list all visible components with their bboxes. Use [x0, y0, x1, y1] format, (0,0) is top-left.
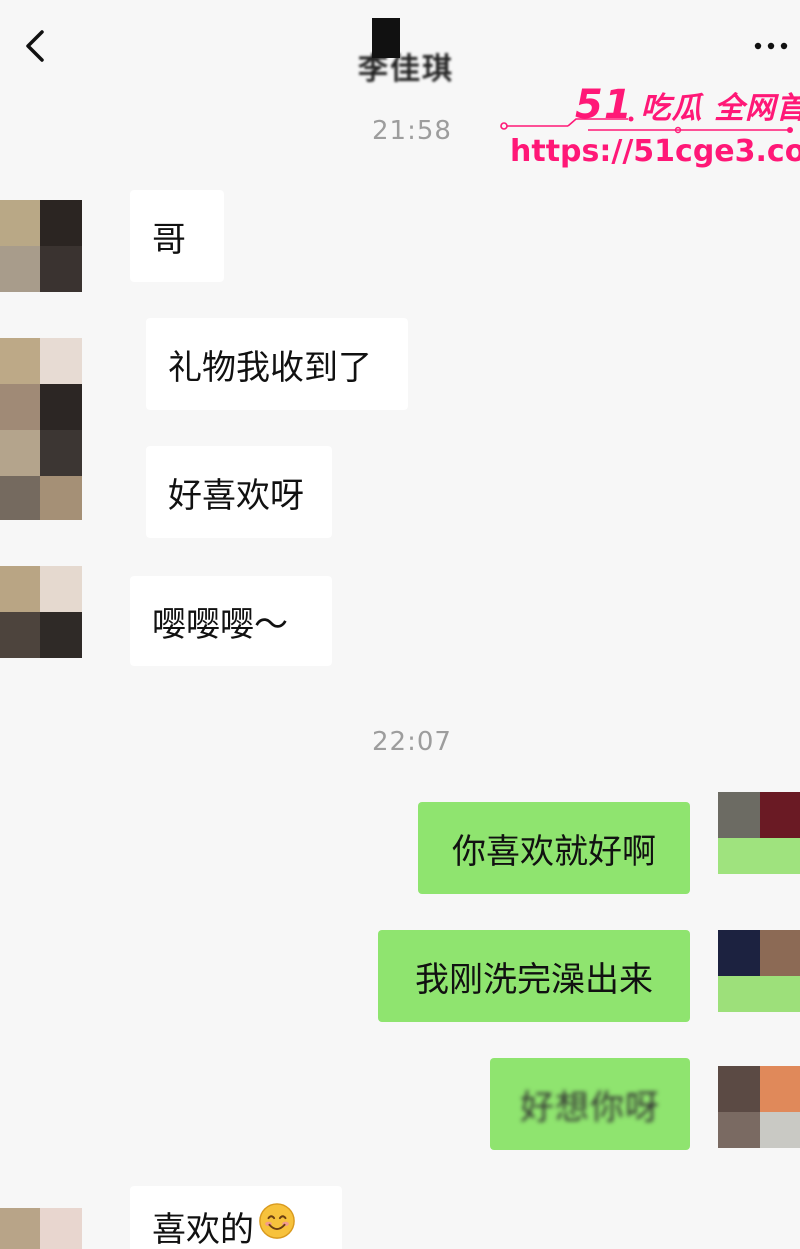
back-button[interactable] — [18, 26, 58, 66]
user-avatar[interactable] — [718, 930, 800, 1012]
message-text: 你喜欢就好啊 — [452, 831, 656, 872]
chevron-left-icon — [26, 30, 44, 62]
smile-emoji-icon — [259, 1203, 295, 1239]
user-avatar[interactable] — [718, 1066, 800, 1148]
timestamp: 21:58 — [372, 116, 452, 146]
message-text: 哥 — [152, 219, 186, 260]
message-text: 好想你呀 — [520, 1087, 660, 1128]
chat-title: 李佳琪 — [352, 14, 472, 87]
message-text: 礼物我收到了 — [168, 347, 372, 388]
contact-avatar[interactable] — [0, 1208, 82, 1249]
contact-avatar[interactable] — [0, 338, 82, 520]
chat-screen: 李佳琪 51吃瓜 全网首发 https://51cge3.com 21:58 2… — [0, 0, 800, 1249]
message-text: 嘤嘤嘤～ — [152, 604, 288, 645]
user-avatar[interactable] — [718, 792, 800, 874]
contact-avatar[interactable] — [0, 566, 82, 658]
timestamp: 22:07 — [372, 727, 452, 757]
message-bubble-outgoing[interactable]: 你喜欢就好啊 — [418, 802, 690, 894]
watermark-circuit-graphic — [500, 116, 793, 134]
message-bubble-incoming[interactable]: 好喜欢呀 — [146, 446, 332, 538]
title-redaction — [372, 18, 400, 58]
message-bubble-incoming[interactable]: 喜欢的 — [130, 1186, 342, 1249]
message-text: 好喜欢呀 — [168, 475, 304, 516]
message-text: 我刚洗完澡出来 — [415, 959, 653, 1000]
more-button[interactable] — [746, 30, 796, 60]
contact-avatar[interactable] — [0, 200, 82, 292]
message-bubble-incoming[interactable]: 嘤嘤嘤～ — [130, 576, 332, 666]
message-bubble-incoming[interactable]: 礼物我收到了 — [146, 318, 408, 410]
message-bubble-outgoing[interactable]: 好想你呀 — [490, 1058, 690, 1150]
message-bubble-incoming[interactable]: 哥 — [130, 190, 224, 282]
message-text: 喜欢的 — [152, 1210, 254, 1249]
message-bubble-outgoing[interactable]: 我刚洗完澡出来 — [378, 930, 690, 1022]
more-horizontal-icon — [754, 42, 788, 50]
watermark-url: https://51cge3.com — [510, 134, 800, 169]
